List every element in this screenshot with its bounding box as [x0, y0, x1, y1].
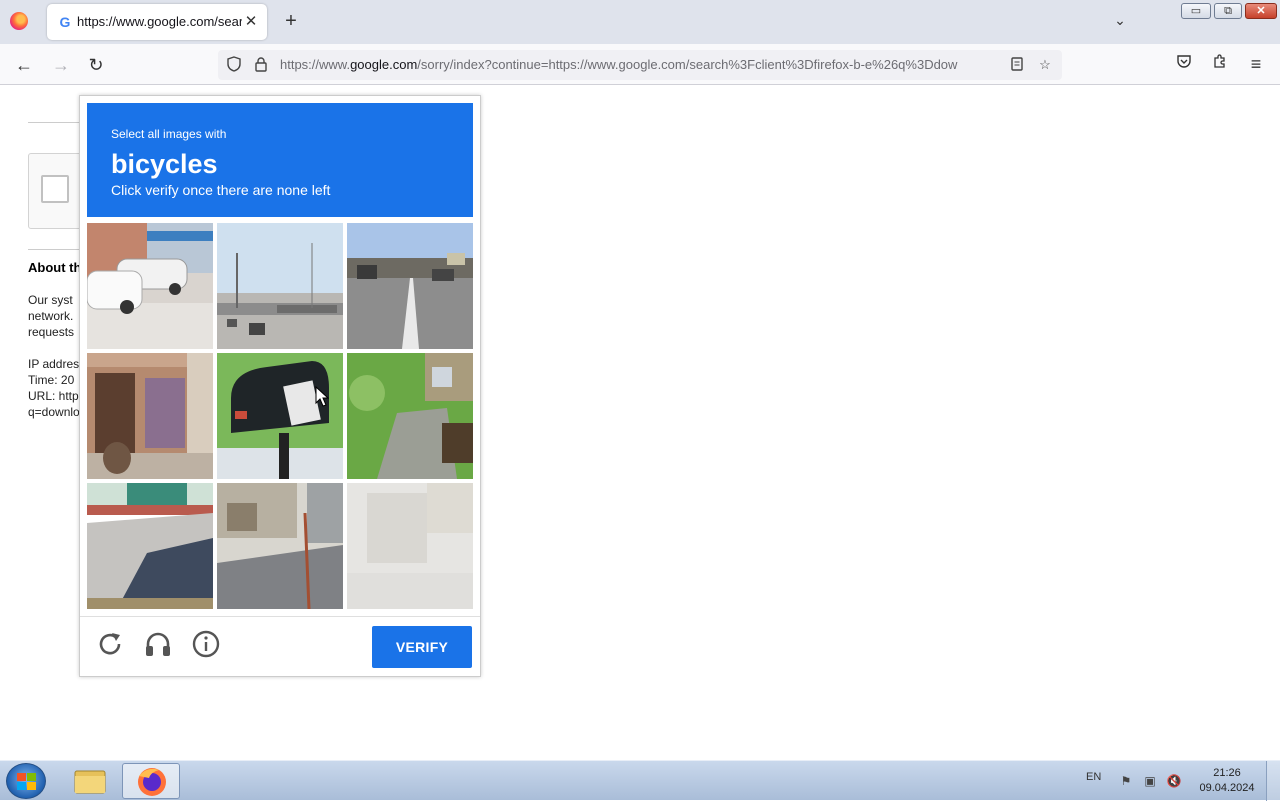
minimize-button[interactable]: ▭ — [1181, 3, 1211, 19]
about-text-line: q=downlo — [28, 405, 80, 419]
action-center-flag-icon[interactable]: ⚑ — [1117, 773, 1135, 789]
tab-strip: G https://www.google.com/search? ✕ + ⌄ ▭… — [0, 0, 1280, 44]
captcha-target-word: bicycles — [111, 149, 218, 179]
captcha-tile-alley[interactable] — [217, 483, 343, 609]
captcha-tile-street-cars[interactable] — [87, 223, 213, 349]
network-icon[interactable]: ▣ — [1141, 773, 1159, 789]
captcha-tile-road[interactable] — [347, 223, 473, 349]
start-button[interactable] — [6, 763, 46, 799]
captcha-image-grid — [87, 223, 473, 609]
captcha-tile-shop-front[interactable] — [87, 353, 213, 479]
show-desktop-button[interactable] — [1266, 761, 1280, 801]
lock-icon[interactable] — [252, 56, 270, 74]
about-text-line: URL: http — [28, 389, 79, 403]
verify-button[interactable]: VERIFY — [372, 626, 472, 668]
volume-muted-icon[interactable]: 🔇 — [1165, 773, 1183, 789]
reload-icon[interactable] — [94, 629, 126, 661]
about-text-line: IP addres — [28, 357, 80, 371]
firefox-icon — [138, 768, 166, 796]
about-heading: About th — [28, 260, 82, 275]
extensions-icon[interactable] — [1209, 53, 1231, 75]
info-icon[interactable] — [190, 629, 222, 661]
taskbar-file-explorer[interactable] — [60, 763, 118, 799]
captcha-tile-highway[interactable] — [217, 223, 343, 349]
taskbar-firefox[interactable] — [122, 763, 180, 799]
hamburger-menu-icon[interactable]: ≡ — [1245, 53, 1267, 75]
about-text-line: Our syst — [28, 293, 73, 307]
headphones-icon[interactable] — [142, 629, 174, 661]
firefox-icon[interactable] — [10, 12, 28, 30]
new-tab-button[interactable]: + — [280, 11, 302, 33]
reader-view-icon[interactable] — [1008, 56, 1026, 74]
browser-tab[interactable]: G https://www.google.com/search? ✕ — [47, 4, 267, 40]
bookmark-star-icon[interactable]: ☆ — [1036, 56, 1054, 74]
url-prefix: https://www. — [280, 57, 351, 72]
about-text-line: network. — [28, 309, 74, 323]
taskbar: EN ⚑ ▣ 🔇 21:26 09.04.2024 — [0, 760, 1280, 801]
windows-logo-icon — [17, 773, 36, 790]
pocket-icon[interactable] — [1173, 53, 1195, 75]
url-text[interactable]: https://www.google.com/sorry/index?conti… — [280, 57, 1000, 73]
tracking-protection-icon[interactable] — [225, 56, 243, 74]
reload-button[interactable]: ↻ — [84, 53, 108, 77]
back-button[interactable]: ← — [12, 53, 36, 77]
google-g-icon: G — [59, 14, 71, 30]
url-host: google.com — [350, 57, 418, 72]
captcha-challenge: Select all images with bicycles Click ve… — [79, 95, 481, 677]
tab-title: https://www.google.com/search? — [77, 14, 242, 29]
restore-button[interactable]: ⧉ — [1214, 3, 1242, 19]
folder-icon — [74, 770, 106, 794]
about-text-line: Time: 20 — [28, 373, 75, 387]
captcha-header: Select all images with bicycles Click ve… — [87, 103, 473, 217]
captcha-footer-divider — [80, 616, 480, 617]
clock-date: 09.04.2024 — [1199, 782, 1255, 794]
forward-button[interactable]: → — [49, 53, 73, 77]
language-indicator[interactable]: EN — [1086, 771, 1101, 783]
close-window-button[interactable]: ✕ — [1245, 3, 1277, 19]
captcha-instruction-top: Select all images with — [111, 127, 227, 141]
captcha-tile-sidewalk[interactable] — [87, 483, 213, 609]
navigation-bar: ← → ↻ https://www.google.com/sorry/index… — [0, 44, 1280, 85]
about-text-line: requests — [28, 325, 75, 339]
captcha-tile-garden[interactable] — [347, 353, 473, 479]
captcha-tile-mailbox[interactable] — [217, 353, 343, 479]
captcha-instruction-bottom: Click verify once there are none left — [111, 182, 331, 198]
mouse-cursor-icon — [315, 386, 329, 407]
close-tab-icon[interactable]: ✕ — [241, 12, 261, 32]
captcha-tile-faded[interactable] — [347, 483, 473, 609]
url-path: /sorry/index?continue=https://www.google… — [417, 57, 958, 72]
clock-time: 21:26 — [1213, 767, 1241, 779]
url-bar[interactable]: https://www.google.com/sorry/index?conti… — [218, 50, 1062, 80]
recaptcha-checkbox[interactable] — [41, 175, 69, 203]
system-clock[interactable]: 21:26 09.04.2024 — [1192, 766, 1262, 796]
list-all-tabs-button[interactable]: ⌄ — [1110, 12, 1130, 32]
